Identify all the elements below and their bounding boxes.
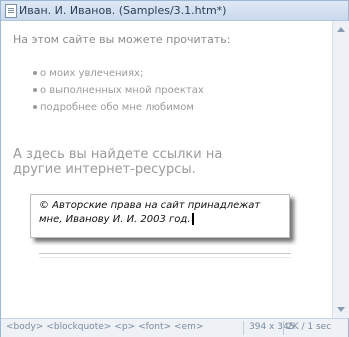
scroll-down-icon[interactable] xyxy=(337,307,345,312)
window-title: Иван. И. Иванов. (Samples/3.1.htm*) xyxy=(19,4,227,17)
status-separator xyxy=(243,321,244,335)
list-item: о выполненных мной проектах xyxy=(33,82,204,99)
copyright-text[interactable]: © Авторские права на сайт принадлежат мн… xyxy=(39,199,283,227)
bullet-icon xyxy=(33,105,37,109)
copyright-blockquote[interactable]: © Авторские права на сайт принадлежат мн… xyxy=(30,194,290,238)
document-window: Иван. И. Иванов. (Samples/3.1.htm*) На э… xyxy=(0,0,349,337)
list-item-text: о моих увлечениях; xyxy=(40,68,144,79)
tag-body[interactable]: <body> xyxy=(6,322,43,332)
status-separator xyxy=(283,321,284,335)
download-size: 2K / 1 sec xyxy=(287,322,332,332)
status-bar: <body> <blockquote> <p> <font> <em> 394 x 34… xyxy=(1,318,348,337)
design-view[interactable]: На этом сайте вы можете прочитать: о мои… xyxy=(1,21,332,318)
tag-blockquote[interactable]: <blockquote> xyxy=(46,322,111,332)
tag-p[interactable]: <p> xyxy=(114,322,135,332)
document-icon xyxy=(5,4,17,18)
list-item: подробнее обо мне любимом xyxy=(33,99,204,116)
bullet-icon xyxy=(33,71,37,75)
horizontal-rule xyxy=(39,253,291,258)
intro-text: На этом сайте вы можете прочитать: xyxy=(13,33,231,46)
tag-selector: <body> <blockquote> <p> <font> <em> xyxy=(6,322,206,332)
text-caret xyxy=(191,213,194,225)
tag-font[interactable]: <font> xyxy=(138,322,171,332)
bullet-icon xyxy=(33,88,37,92)
tag-em[interactable]: <em> xyxy=(174,322,203,332)
title-bar[interactable]: Иван. И. Иванов. (Samples/3.1.htm*) xyxy=(1,1,348,21)
resources-text: А здесь вы найдете ссылки на другие инте… xyxy=(13,147,223,177)
copyright-text-content: © Авторские права на сайт принадлежат мн… xyxy=(39,200,261,225)
list-item-text: подробнее обо мне любимом xyxy=(40,102,194,113)
interests-list: о моих увлечениях; о выполненных мной пр… xyxy=(33,65,204,116)
list-item: о моих увлечениях; xyxy=(33,65,204,82)
list-item-text: о выполненных мной проектах xyxy=(40,85,204,96)
scroll-up-icon[interactable] xyxy=(337,27,345,32)
vertical-scrollbar[interactable] xyxy=(332,21,349,318)
